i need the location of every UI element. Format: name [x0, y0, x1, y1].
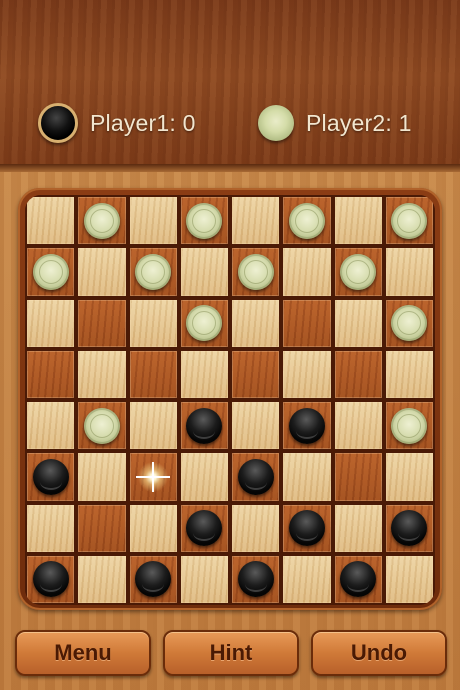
white-piece[interactable] — [83, 202, 120, 239]
player1-label: Player1: 0 — [90, 109, 196, 136]
black-piece[interactable] — [186, 407, 223, 444]
white-piece[interactable] — [391, 305, 428, 342]
board-square[interactable] — [281, 400, 333, 452]
board-square[interactable] — [127, 400, 179, 452]
board-square[interactable] — [383, 400, 435, 452]
board-square[interactable] — [127, 553, 179, 605]
board-square[interactable] — [383, 502, 435, 554]
board-square[interactable] — [281, 195, 333, 247]
undo-button[interactable]: Undo — [311, 630, 447, 676]
board-square[interactable] — [383, 553, 435, 605]
board-square[interactable] — [230, 297, 282, 349]
board-square[interactable] — [332, 348, 384, 400]
board-square[interactable] — [230, 553, 282, 605]
board-square[interactable] — [383, 451, 435, 503]
board-square[interactable] — [178, 348, 230, 400]
board-square[interactable] — [230, 348, 282, 400]
board-square[interactable] — [230, 400, 282, 452]
board-square[interactable] — [25, 297, 77, 349]
board-square[interactable] — [76, 348, 128, 400]
board-square[interactable] — [332, 451, 384, 503]
board-square[interactable] — [76, 246, 128, 298]
board-square[interactable] — [127, 297, 179, 349]
board-square[interactable] — [178, 553, 230, 605]
player2-label: Player2: 1 — [306, 109, 412, 136]
board-square[interactable] — [127, 451, 179, 503]
board-square[interactable] — [25, 451, 77, 503]
board-square[interactable] — [127, 502, 179, 554]
white-piece[interactable] — [237, 253, 274, 290]
board-square[interactable] — [25, 502, 77, 554]
board-square[interactable] — [178, 297, 230, 349]
board-square[interactable] — [25, 195, 77, 247]
board-square[interactable] — [76, 553, 128, 605]
white-piece[interactable] — [186, 305, 223, 342]
black-piece[interactable] — [135, 561, 172, 598]
board-square[interactable] — [178, 451, 230, 503]
board-square[interactable] — [76, 195, 128, 247]
board-square[interactable] — [383, 246, 435, 298]
board-square[interactable] — [281, 297, 333, 349]
board-square[interactable] — [178, 195, 230, 247]
white-piece[interactable] — [32, 253, 69, 290]
black-piece[interactable] — [32, 561, 69, 598]
menu-button[interactable]: Menu — [15, 630, 151, 676]
player2-piece-icon — [258, 105, 294, 141]
board-square[interactable] — [25, 400, 77, 452]
board-square[interactable] — [25, 348, 77, 400]
white-piece[interactable] — [391, 407, 428, 444]
move-highlight-icon[interactable] — [135, 458, 172, 495]
board-square[interactable] — [332, 297, 384, 349]
board-square[interactable] — [25, 246, 77, 298]
header-divider — [0, 164, 460, 172]
board-square[interactable] — [230, 246, 282, 298]
board-square[interactable] — [127, 246, 179, 298]
board-square[interactable] — [332, 246, 384, 298]
board-square[interactable] — [178, 400, 230, 452]
board-square[interactable] — [332, 195, 384, 247]
board-square[interactable] — [76, 502, 128, 554]
board-square[interactable] — [383, 348, 435, 400]
player1-score: Player1: 0 — [38, 103, 196, 143]
board-square[interactable] — [281, 553, 333, 605]
hint-button[interactable]: Hint — [163, 630, 299, 676]
board-square[interactable] — [76, 400, 128, 452]
player2-score: Player2: 1 — [258, 103, 412, 143]
black-piece[interactable] — [288, 407, 325, 444]
black-piece[interactable] — [340, 561, 377, 598]
board-square[interactable] — [332, 502, 384, 554]
player1-piece-icon — [38, 103, 78, 143]
white-piece[interactable] — [186, 202, 223, 239]
board-square[interactable] — [281, 502, 333, 554]
black-piece[interactable] — [237, 561, 274, 598]
board-square[interactable] — [281, 348, 333, 400]
white-piece[interactable] — [391, 202, 428, 239]
board-square[interactable] — [178, 246, 230, 298]
black-piece[interactable] — [237, 458, 274, 495]
board-square[interactable] — [230, 451, 282, 503]
board-square[interactable] — [383, 195, 435, 247]
board-square[interactable] — [332, 553, 384, 605]
board-square[interactable] — [127, 348, 179, 400]
white-piece[interactable] — [340, 253, 377, 290]
board-square[interactable] — [281, 451, 333, 503]
board-square[interactable] — [76, 297, 128, 349]
board-square[interactable] — [178, 502, 230, 554]
checkers-board[interactable] — [25, 195, 435, 605]
white-piece[interactable] — [83, 407, 120, 444]
board-square[interactable] — [281, 246, 333, 298]
white-piece[interactable] — [288, 202, 325, 239]
board-square[interactable] — [230, 195, 282, 247]
board-square[interactable] — [332, 400, 384, 452]
board-square[interactable] — [127, 195, 179, 247]
black-piece[interactable] — [288, 510, 325, 547]
board-square[interactable] — [230, 502, 282, 554]
board-square[interactable] — [383, 297, 435, 349]
black-piece[interactable] — [391, 510, 428, 547]
black-piece[interactable] — [32, 458, 69, 495]
board-square[interactable] — [25, 553, 77, 605]
board-square[interactable] — [76, 451, 128, 503]
white-piece[interactable] — [135, 253, 172, 290]
black-piece[interactable] — [186, 510, 223, 547]
